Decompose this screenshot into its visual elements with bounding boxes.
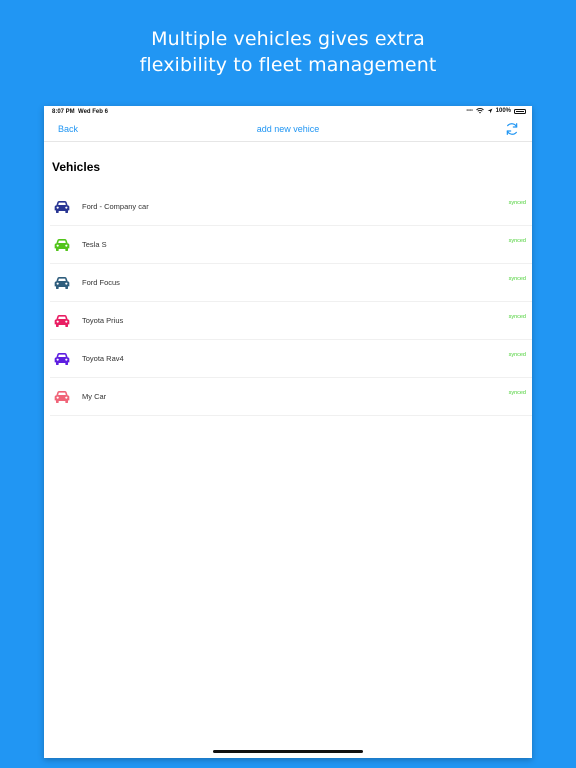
vehicle-sync-status: synced [508, 276, 526, 282]
nav-title: add new vehice [256, 124, 320, 134]
vehicle-sync-status: synced [508, 352, 526, 358]
vehicle-name: My Car [82, 392, 107, 401]
car-icon [54, 239, 70, 251]
vehicle-name: Toyota Rav4 [82, 354, 124, 363]
car-icon [54, 353, 70, 365]
vehicle-sync-status: synced [508, 314, 526, 320]
vehicle-sync-status: synced [508, 390, 526, 396]
vehicle-row-3[interactable]: Ford Focus synced [50, 264, 532, 302]
status-indicators: •••• 100% [466, 108, 526, 114]
battery-percent: 100% [495, 108, 511, 114]
vehicle-sync-status: synced [508, 238, 526, 244]
car-icon [54, 277, 70, 289]
vehicle-list: Ford - Company car synced Tesla S synced [44, 188, 532, 416]
headline-line-1: Multiple vehicles gives extra [151, 28, 425, 50]
vehicle-sync-status: synced [508, 200, 526, 206]
location-icon [487, 108, 493, 114]
device-screen: 8:07 PM Wed Feb 6 •••• 100% Back add new… [44, 106, 532, 758]
home-indicator[interactable] [213, 750, 363, 753]
vehicle-name: Tesla S [82, 240, 107, 249]
status-time: 8:07 PM [52, 109, 75, 115]
vehicle-name: Ford - Company car [82, 202, 149, 211]
marketing-headline: Multiple vehicles gives extra flexibilit… [0, 26, 576, 78]
section-title: Vehicles [52, 160, 101, 174]
car-icon [54, 201, 70, 213]
refresh-icon[interactable] [504, 121, 520, 137]
vehicle-row-5[interactable]: Toyota Rav4 synced [50, 340, 532, 378]
car-icon [54, 315, 70, 327]
signal-icon: •••• [466, 108, 473, 114]
car-icon [54, 391, 70, 403]
headline-line-2: flexibility to fleet management [139, 54, 437, 76]
status-bar: 8:07 PM Wed Feb 6 •••• 100% [44, 106, 532, 118]
status-date: Wed Feb 6 [78, 109, 108, 115]
battery-icon [514, 108, 526, 114]
vehicle-row-6[interactable]: My Car synced [50, 378, 532, 416]
vehicle-row-4[interactable]: Toyota Prius synced [50, 302, 532, 340]
vehicle-row-2[interactable]: Tesla S synced [50, 226, 532, 264]
wifi-icon [475, 108, 484, 114]
navigation-bar: Back add new vehice [44, 118, 532, 142]
vehicle-name: Ford Focus [82, 278, 120, 287]
vehicle-row-1[interactable]: Ford - Company car synced [50, 188, 532, 226]
vehicle-name: Toyota Prius [82, 316, 124, 325]
